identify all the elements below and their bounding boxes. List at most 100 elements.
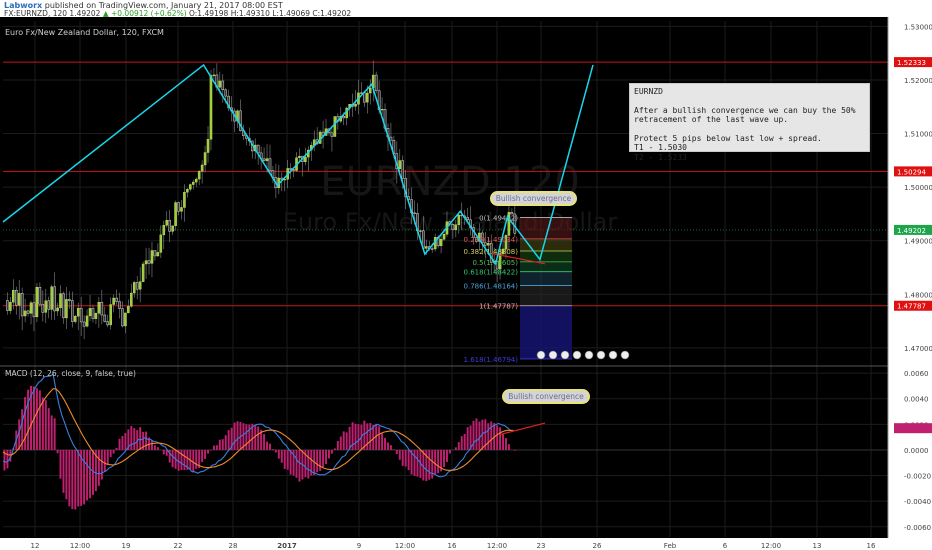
candle-body: [94, 313, 98, 319]
candle-body: [203, 152, 207, 166]
macd-histogram-bar: [27, 389, 30, 450]
candle-body: [197, 171, 201, 180]
candle-body: [177, 202, 180, 212]
candle-body: [32, 302, 36, 318]
macd-histogram-bar: [437, 449, 440, 474]
candle-body: [115, 297, 118, 302]
macd-histogram-bar: [171, 449, 174, 468]
macd-histogram-bar: [218, 439, 221, 450]
fib-level-label: 0.786(1.48164): [464, 283, 519, 291]
macd-histogram-bar: [389, 445, 392, 450]
drawing-icons: [536, 350, 630, 360]
macd-histogram-bar: [298, 449, 301, 482]
annotation-target-1: T1 - 1.5030: [634, 143, 687, 152]
candle-body: [342, 116, 345, 119]
candle-body: [135, 282, 139, 290]
candle-body: [47, 300, 51, 310]
candle-body: [162, 225, 166, 236]
macd-histogram-bar: [505, 438, 507, 450]
drawing-icon: [536, 350, 546, 360]
macd-histogram-bar: [162, 449, 165, 455]
macd-histogram-bar: [83, 449, 86, 505]
macd-histogram-bar: [466, 427, 469, 450]
candle-body: [132, 282, 136, 294]
macd-histogram-bar: [35, 388, 38, 450]
time-tick-label: 28: [229, 542, 238, 550]
macd-histogram-bar: [446, 449, 448, 463]
macd-histogram-bar: [47, 408, 50, 450]
candle-body: [85, 315, 89, 327]
macd-histogram-bar: [74, 449, 77, 510]
macd-histogram-bar: [454, 447, 457, 450]
macd-histogram-bar: [325, 449, 327, 465]
candle-body: [103, 314, 107, 322]
candle-body: [50, 286, 53, 310]
macd-histogram-bar: [204, 449, 207, 459]
candle-body: [91, 308, 95, 319]
candle-body: [354, 104, 357, 107]
symbol-legend: Euro Fx/New Zealand Dollar, 120, FXCM: [5, 28, 164, 37]
time-tick-label: 12:00: [487, 542, 507, 550]
macd-histogram-bar: [283, 449, 286, 469]
fibonacci-retracement: 0(1.49432) 0.236(1.49034) 0.382(1.48808) 0.…: [464, 215, 572, 364]
price-label-text: 1.52333: [897, 59, 926, 67]
macd-histogram-bar: [434, 449, 437, 475]
macd-tick-label: -0.0040: [904, 498, 931, 506]
macd-histogram-bar: [86, 449, 89, 501]
macd-histogram-bar: [121, 435, 124, 450]
candle-body: [265, 158, 269, 161]
macd-histogram-bar: [416, 449, 419, 477]
macd-histogram-bar: [221, 439, 224, 450]
fib-level-label: 1.618(1.46794): [464, 356, 519, 364]
macd-histogram-bar: [384, 437, 386, 450]
macd-histogram-bar: [336, 440, 339, 450]
drawing-icon: [620, 350, 630, 360]
idea-annotation[interactable]: EURNZD After a bullish convergence we ca…: [629, 83, 870, 162]
candle-body: [82, 321, 86, 327]
macd-histogram-bar: [130, 425, 133, 450]
macd-histogram-bar: [53, 418, 56, 450]
macd-histogram-bar: [139, 427, 142, 450]
macd-histogram-bar: [357, 424, 360, 450]
time-tick-label: 12:00: [395, 542, 415, 550]
annotation-stop: Protect 5 pips below last low + spread.: [634, 133, 822, 143]
candle-body: [333, 116, 337, 137]
candle-body: [29, 302, 33, 314]
time-tick-label: 6: [723, 542, 728, 550]
fib-level-label: 0(1.49432): [479, 215, 518, 223]
candle-body: [112, 297, 115, 305]
candle-body: [171, 225, 174, 232]
macd-histogram-bar: [490, 421, 493, 450]
publication-header: Labworx published on TradingView.com, Ja…: [0, 0, 932, 18]
macd-histogram-bar: [507, 444, 510, 450]
price-tick-label: 1.52000: [904, 77, 932, 85]
macd-histogram-bar: [448, 449, 451, 454]
macd-histogram-bar: [502, 433, 504, 450]
macd-histogram-bar: [460, 436, 463, 450]
candle-body: [374, 74, 378, 91]
price-tick-label: 1.50000: [904, 184, 932, 192]
macd-histogram-bar: [41, 397, 44, 450]
macd-histogram-bar: [180, 449, 183, 471]
macd-histogram-bar: [62, 449, 65, 493]
macd-histogram-bar: [342, 431, 345, 450]
macd-histogram-bar: [289, 449, 292, 475]
candle-body: [174, 202, 177, 227]
candle-body: [218, 80, 222, 88]
candle-body: [330, 132, 334, 137]
macd-histogram-bar: [233, 422, 236, 450]
time-axis: 12 12:00 19 22 28 2017 9 12:00 16 12:00 23 26 Feb 6 12…: [0, 538, 932, 550]
price-tick-label: 1.51000: [904, 131, 932, 139]
macd-convergence-bubble: Bullish convergence: [502, 389, 590, 404]
fib-level-label: 0.382(1.48808): [464, 248, 519, 256]
macd-histogram-bar: [387, 442, 389, 450]
candle-body: [20, 293, 24, 317]
macd-histogram-bar: [112, 449, 115, 454]
macd-histogram-bar: [266, 441, 268, 450]
macd-histogram-bar: [50, 415, 53, 450]
price-tick-label: 1.47000: [904, 345, 932, 353]
time-tick-label: 12:00: [70, 542, 90, 550]
macd-histogram-bar: [38, 390, 41, 450]
macd-histogram-bar: [227, 430, 230, 450]
time-tick-label: 12:00: [761, 542, 781, 550]
